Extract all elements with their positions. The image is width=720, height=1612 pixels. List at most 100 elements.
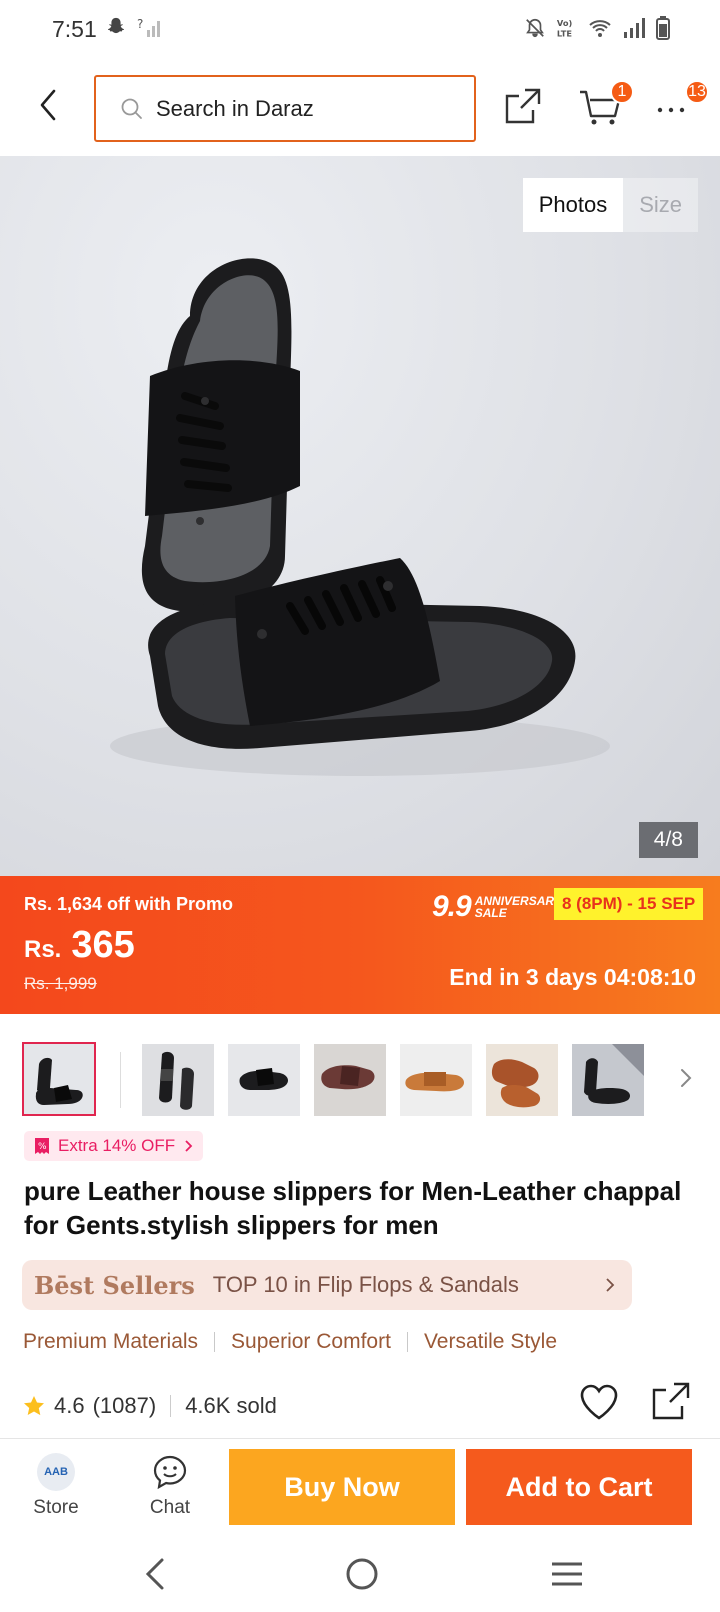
review-count: (1087) bbox=[92, 1393, 157, 1418]
system-nav-bar bbox=[0, 1538, 720, 1612]
feature-item: Premium Materials bbox=[23, 1330, 199, 1353]
cart-count-badge: 1 bbox=[610, 80, 634, 104]
system-home-button[interactable] bbox=[342, 1554, 382, 1594]
back-slipper bbox=[141, 258, 300, 612]
home-circle-icon bbox=[346, 1558, 378, 1590]
sold-count: 4.6K sold bbox=[185, 1393, 277, 1418]
mute-icon bbox=[526, 18, 544, 38]
snapchat-icon bbox=[107, 17, 125, 34]
status-time: 7:51 bbox=[52, 16, 97, 42]
feature-item: Versatile Style bbox=[423, 1330, 558, 1353]
thumbnail-strip bbox=[0, 1038, 720, 1118]
share-product-button[interactable] bbox=[650, 1380, 692, 1422]
chevron-right-icon bbox=[606, 1278, 615, 1292]
current-price: Rs. 365 bbox=[24, 924, 135, 967]
price-currency: Rs. bbox=[24, 936, 62, 963]
product-features: Premium Materials Superior Comfort Versa… bbox=[23, 1330, 557, 1354]
thumbnail[interactable] bbox=[400, 1044, 472, 1116]
chevron-right-icon bbox=[681, 1069, 692, 1087]
extra-discount-text: Extra 14% OFF bbox=[58, 1136, 176, 1155]
product-title: pure Leather house slippers for Men-Leat… bbox=[24, 1176, 682, 1240]
action-bar: AAB Store Chat Buy Now Add to Cart bbox=[0, 1438, 720, 1538]
thumbnail-divider bbox=[120, 1052, 121, 1108]
star-icon bbox=[24, 1396, 44, 1416]
thumbnail-image bbox=[159, 1051, 194, 1110]
chevron-left-icon bbox=[40, 89, 56, 121]
chat-label: Chat bbox=[149, 1497, 191, 1518]
status-bar: 7:51 ? Vo) LTE bbox=[0, 0, 720, 60]
chat-icon bbox=[153, 1455, 187, 1490]
price-value: 365 bbox=[71, 924, 135, 966]
feature-divider bbox=[406, 1332, 408, 1352]
search-input[interactable]: Search in Daraz bbox=[94, 75, 476, 142]
system-recents-button[interactable] bbox=[548, 1558, 586, 1590]
image-counter: 4/8 bbox=[638, 822, 698, 858]
product-photo bbox=[110, 258, 610, 776]
extra-discount-tag[interactable]: % Extra 14% OFF bbox=[24, 1131, 204, 1161]
tab-size[interactable]: Size bbox=[623, 178, 698, 232]
search-placeholder: Search in Daraz bbox=[156, 95, 314, 121]
svg-text:%: % bbox=[38, 1142, 47, 1152]
rating-value: 4.6 bbox=[54, 1393, 85, 1418]
thumbnail-image bbox=[239, 1068, 288, 1090]
feature-item: Superior Comfort bbox=[231, 1330, 391, 1353]
thumbnail-image bbox=[491, 1059, 541, 1108]
share-button[interactable] bbox=[503, 86, 543, 126]
thumbnail-image bbox=[35, 1057, 83, 1105]
thumbnail-image bbox=[321, 1065, 375, 1090]
wishlist-button[interactable] bbox=[578, 1382, 620, 1422]
heart-icon bbox=[580, 1384, 618, 1420]
feature-divider bbox=[214, 1332, 216, 1352]
price-banner: Rs. 1,634 off with Promo Rs. 365 Rs. 1,9… bbox=[0, 876, 720, 1014]
chevron-right-icon bbox=[185, 1140, 193, 1152]
original-price: Rs. 1,999 bbox=[24, 974, 97, 993]
store-label: Store bbox=[33, 1497, 79, 1518]
back-arrow-icon bbox=[145, 1558, 164, 1590]
system-back-button[interactable] bbox=[140, 1554, 170, 1594]
thumbnail-image bbox=[572, 1044, 644, 1116]
menu-icon bbox=[552, 1562, 582, 1586]
best-sellers-banner[interactable]: Bēst Sellers TOP 10 in Flip Flops & Sand… bbox=[22, 1260, 632, 1310]
thumbnail-image bbox=[405, 1072, 464, 1092]
product-image-gallery[interactable]: Photos Size 4/8 bbox=[0, 156, 720, 876]
notification-count-badge: 13 bbox=[685, 80, 709, 104]
no-signal-icon: ? bbox=[137, 17, 160, 37]
rating-divider bbox=[170, 1395, 172, 1417]
share-icon bbox=[505, 88, 541, 124]
store-logo: AAB bbox=[37, 1453, 75, 1491]
volte-icon: Vo)LTE bbox=[557, 18, 573, 38]
media-tabs: Photos Size bbox=[522, 178, 698, 232]
share-icon bbox=[652, 1382, 690, 1420]
promo-text: Rs. 1,634 off with Promo bbox=[24, 894, 234, 914]
best-sellers-label: Bēst Sellers bbox=[34, 1270, 195, 1300]
sale-logo-number: 9.9 bbox=[432, 890, 472, 923]
buy-now-button[interactable]: Buy Now bbox=[229, 1449, 455, 1525]
thumbnail[interactable] bbox=[22, 1042, 96, 1116]
voucher-icon: % bbox=[35, 1138, 49, 1154]
sale-dates: 8 (8PM) - 15 SEP bbox=[554, 888, 704, 920]
thumbnail[interactable] bbox=[314, 1044, 386, 1116]
sale-countdown: End in 3 days 04:08:10 bbox=[449, 964, 696, 990]
svg-text:Vo): Vo) bbox=[557, 18, 573, 28]
more-button[interactable] bbox=[656, 96, 690, 116]
battery-icon bbox=[656, 16, 670, 40]
svg-text:?: ? bbox=[137, 17, 143, 31]
store-button[interactable]: AAB Store bbox=[16, 1453, 96, 1519]
back-button[interactable] bbox=[30, 80, 66, 130]
thumbnail[interactable] bbox=[228, 1044, 300, 1116]
add-to-cart-button[interactable]: Add to Cart bbox=[466, 1449, 692, 1525]
signal-icon bbox=[624, 18, 645, 38]
anniversary-sale-logo: 9.9 Anniversary Sale bbox=[432, 890, 562, 924]
thumbnails-next-button[interactable] bbox=[676, 1064, 696, 1092]
best-sellers-rank: TOP 10 in Flip Flops & Sandals bbox=[212, 1272, 519, 1297]
header: Search in Daraz 1 13 bbox=[0, 60, 720, 156]
svg-text:LTE: LTE bbox=[557, 28, 573, 38]
thumbnail[interactable] bbox=[486, 1044, 558, 1116]
tab-photos[interactable]: Photos bbox=[522, 178, 624, 232]
thumbnail[interactable] bbox=[572, 1044, 644, 1116]
thumbnail[interactable] bbox=[142, 1044, 214, 1116]
more-icon bbox=[657, 107, 685, 113]
chat-button[interactable]: Chat bbox=[130, 1453, 210, 1519]
search-icon bbox=[121, 98, 142, 119]
wifi-icon bbox=[589, 20, 611, 37]
